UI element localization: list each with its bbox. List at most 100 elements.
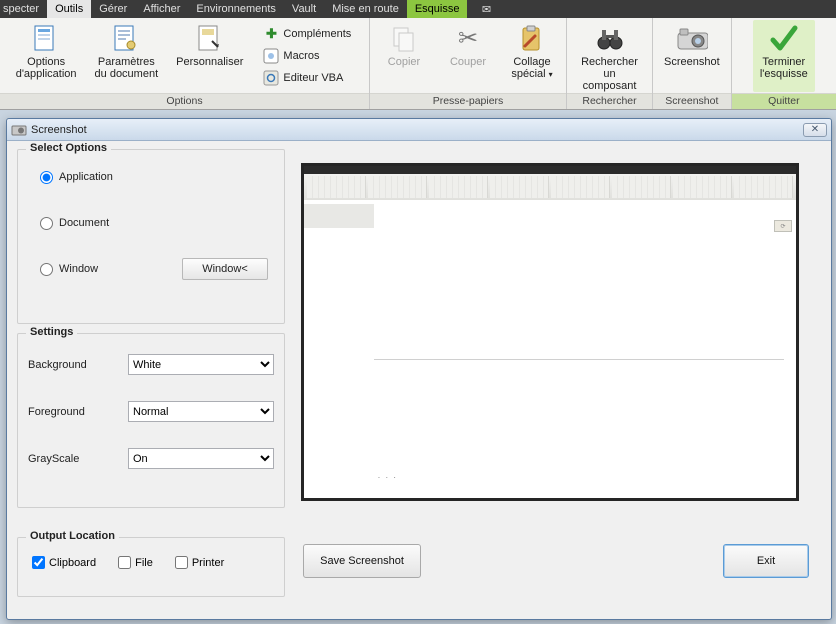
cut-button[interactable]: ✂ Couper <box>438 20 498 92</box>
menubar: specter Outils Gérer Afficher Environnem… <box>0 0 836 18</box>
foreground-label: Foreground <box>28 406 120 418</box>
grayscale-select[interactable]: On <box>128 448 274 469</box>
clipboard-label: Clipboard <box>49 557 96 569</box>
copy-button[interactable]: Copier <box>374 20 434 92</box>
file-label: File <box>135 557 153 569</box>
ribbon-group-screenshot: Screenshot Screenshot <box>653 18 732 109</box>
cb-item-file: File <box>118 556 153 569</box>
menu-vault[interactable]: Vault <box>284 0 324 18</box>
customize-icon <box>194 23 226 55</box>
finish-label-1: Terminer <box>762 56 805 68</box>
radio-application-label: Application <box>59 171 113 183</box>
clipboard-icon <box>516 23 548 55</box>
paste-label-1: Collage <box>513 56 550 68</box>
paste-label-2: spécial <box>511 68 545 80</box>
copy-label: Copier <box>388 56 420 68</box>
finish-label-2: l'esquisse <box>760 68 808 80</box>
app-options-icon <box>30 23 62 55</box>
group-clipboard-label: Presse-papiers <box>370 93 566 109</box>
checkbox-clipboard[interactable] <box>32 556 45 569</box>
radio-window-label: Window <box>59 263 98 275</box>
app-options-label-2: d'application <box>16 68 77 80</box>
background-label: Background <box>28 359 120 371</box>
radio-application[interactable] <box>40 171 53 184</box>
finish-sketch-button[interactable]: Terminerl'esquisse <box>753 20 815 92</box>
customize-button[interactable]: Personnaliser <box>169 20 250 92</box>
find-label-1: Rechercher <box>581 56 638 68</box>
doc-params-label-1: Paramètres <box>98 56 155 68</box>
ribbon-group-options: Optionsd'application Paramètresdu docume… <box>0 18 370 109</box>
macros-icon <box>263 48 279 64</box>
output-location-group: Output Location Clipboard File Printer <box>17 537 285 597</box>
menu-gerer[interactable]: Gérer <box>91 0 135 18</box>
ribbon-group-clipboard: Copier ✂ Couper Collagespécial ▾ Presse-… <box>370 18 567 109</box>
addins-item[interactable]: ✚ Compléments <box>258 23 356 45</box>
cb-item-printer: Printer <box>175 556 224 569</box>
radio-row-window: Window Window< <box>40 260 274 278</box>
camera-icon <box>676 23 708 55</box>
foreground-select[interactable]: Normal <box>128 401 274 422</box>
dialog-camera-icon <box>11 122 27 138</box>
menu-outils[interactable]: Outils <box>47 0 91 18</box>
addins-label: Compléments <box>283 28 351 40</box>
screenshot-label: Screenshot <box>664 56 720 68</box>
radio-window[interactable] <box>40 263 53 276</box>
mail-icon[interactable]: ✉ <box>477 2 495 16</box>
checkbox-printer[interactable] <box>175 556 188 569</box>
binoculars-icon <box>594 23 626 55</box>
radio-document[interactable] <box>40 217 53 230</box>
group-search-label: Rechercher <box>567 93 652 109</box>
group-screenshot-label: Screenshot <box>653 93 731 109</box>
find-component-button[interactable]: Rechercherun composant <box>571 20 648 92</box>
doc-params-icon <box>110 23 142 55</box>
ribbon-group-search: Rechercherun composant Rechercher <box>567 18 653 109</box>
find-label-2: un composant <box>583 68 637 92</box>
macros-label: Macros <box>283 50 319 62</box>
vba-label: Editeur VBA <box>283 72 343 84</box>
paste-special-button[interactable]: Collagespécial ▾ <box>502 20 562 92</box>
window-pick-button[interactable]: Window< <box>182 258 268 280</box>
ribbon-group-quit: Terminerl'esquisse Quitter <box>732 18 836 109</box>
app-options-button[interactable]: Optionsd'application <box>9 20 84 92</box>
menu-mise-en-route[interactable]: Mise en route <box>324 0 407 18</box>
vba-icon <box>263 70 279 86</box>
exit-button[interactable]: Exit <box>723 544 809 578</box>
save-screenshot-button[interactable]: Save Screenshot <box>303 544 421 578</box>
screenshot-preview: . . . ⟳ <box>301 163 799 501</box>
doc-params-button[interactable]: Paramètresdu document <box>88 20 166 92</box>
copy-icon <box>388 23 420 55</box>
checkbox-file[interactable] <box>118 556 131 569</box>
radio-row-application: Application <box>40 168 274 186</box>
select-options-legend: Select Options <box>26 142 111 154</box>
background-select[interactable]: White <box>128 354 274 375</box>
dialog-close-button[interactable]: ✕ <box>803 123 827 137</box>
screenshot-button[interactable]: Screenshot <box>657 20 727 92</box>
group-options-label: Options <box>0 93 369 109</box>
checkmark-icon <box>768 23 800 55</box>
menu-esquisse[interactable]: Esquisse <box>407 0 468 18</box>
screenshot-dialog: Screenshot ✕ Select Options Application … <box>6 118 832 620</box>
macros-item[interactable]: Macros <box>258 45 356 67</box>
settings-group: Settings Background White Foreground Nor… <box>17 333 285 508</box>
dialog-titlebar[interactable]: Screenshot ✕ <box>7 119 831 141</box>
vba-item[interactable]: Editeur VBA <box>258 67 356 89</box>
dialog-title: Screenshot <box>31 124 87 136</box>
plus-icon: ✚ <box>263 26 279 42</box>
output-legend: Output Location <box>26 530 119 542</box>
cut-label: Couper <box>450 56 486 68</box>
radio-document-label: Document <box>59 217 109 229</box>
select-options-group: Select Options Application Document Wind… <box>17 149 285 324</box>
menu-environnements[interactable]: Environnements <box>188 0 284 18</box>
group-quit-label: Quitter <box>732 93 836 109</box>
printer-label: Printer <box>192 557 224 569</box>
settings-legend: Settings <box>26 326 77 338</box>
menu-afficher[interactable]: Afficher <box>135 0 188 18</box>
radio-row-document: Document <box>40 214 274 232</box>
grayscale-label: GrayScale <box>28 453 120 465</box>
customize-label: Personnaliser <box>176 56 243 68</box>
doc-params-label-2: du document <box>95 68 159 80</box>
cb-item-clipboard: Clipboard <box>32 556 96 569</box>
ribbon: Optionsd'application Paramètresdu docume… <box>0 18 836 110</box>
scissors-icon: ✂ <box>452 23 484 55</box>
menu-inspecter[interactable]: specter <box>0 0 47 18</box>
